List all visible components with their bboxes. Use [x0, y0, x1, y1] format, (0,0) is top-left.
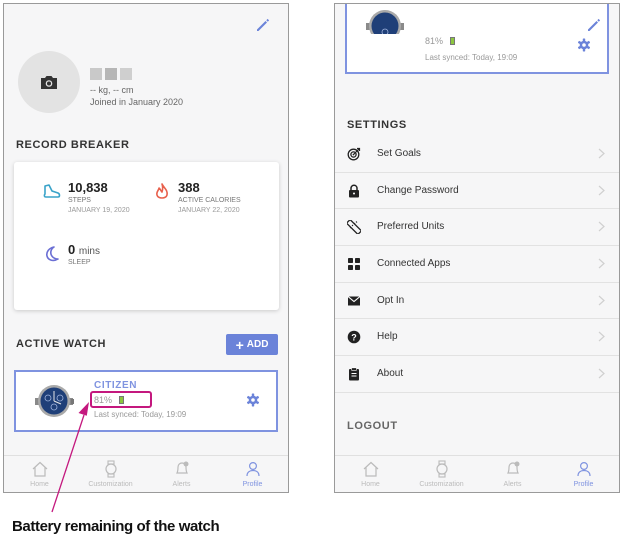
person-icon: [245, 461, 260, 477]
person-icon: [576, 461, 591, 477]
ruler-icon: [347, 220, 361, 235]
tab-customization[interactable]: Customization: [406, 456, 477, 492]
bell-icon: [506, 461, 519, 474]
setting-label: Set Goals: [377, 148, 421, 159]
calories-label: ACTIVE CALORIES: [178, 197, 241, 204]
user-stats: -- kg, -- cm: [90, 85, 134, 95]
tab-alerts[interactable]: Alerts: [477, 456, 548, 492]
tab-profile[interactable]: Profile: [548, 456, 619, 492]
chevron-right-icon: [598, 295, 605, 306]
sleep-label: SLEEP: [68, 259, 91, 266]
sleep-value: 0 mins: [68, 242, 100, 257]
chevron-right-icon: [598, 221, 605, 232]
plus-icon: +: [235, 336, 244, 353]
logout-button[interactable]: LOGOUT: [347, 420, 398, 432]
battery-icon: [119, 396, 124, 404]
tab-home[interactable]: Home: [4, 456, 75, 492]
watch-last-synced: Last synced: Today, 19:09: [425, 53, 518, 62]
chevron-right-icon: [598, 185, 605, 196]
setting-label: Opt In: [377, 294, 405, 306]
tab-label: Home: [30, 481, 49, 488]
add-watch-button[interactable]: + ADD: [226, 334, 278, 355]
flame-icon: [156, 183, 168, 199]
help-icon: ?: [347, 331, 361, 344]
setting-preferred-units[interactable]: Preferred Units: [335, 209, 619, 247]
target-icon: [347, 147, 361, 161]
chevron-right-icon: [598, 258, 605, 269]
calories-date: JANUARY 22, 2020: [178, 207, 240, 214]
tab-alerts[interactable]: Alerts: [146, 456, 217, 492]
setting-opt-in[interactable]: Opt In: [335, 283, 619, 320]
settings-title: SETTINGS: [347, 119, 407, 131]
home-icon: [32, 461, 47, 477]
chevron-right-icon: [598, 368, 605, 379]
tab-label: Customization: [419, 481, 464, 488]
moon-icon: [46, 246, 59, 262]
setting-connected-apps[interactable]: Connected Apps: [335, 246, 619, 283]
battery-icon: [450, 37, 455, 45]
setting-label: Preferred Units: [377, 221, 445, 233]
tab-label: Alerts: [172, 481, 191, 488]
watch-icon: [104, 460, 117, 478]
edit-pencil-icon[interactable]: [585, 16, 603, 34]
svg-text:?: ?: [351, 333, 357, 343]
active-watch-title: ACTIVE WATCH: [16, 338, 107, 350]
setting-label: Help: [377, 331, 398, 343]
tab-label: Profile: [242, 481, 263, 488]
sleep-unit: mins: [78, 246, 100, 257]
record-breaker-card: 10,838 STEPS JANUARY 19, 2020 388 ACTIVE…: [14, 162, 279, 310]
add-button-label: ADD: [246, 339, 269, 350]
settings-list: Set Goals Change Password Preferred Unit…: [335, 136, 619, 393]
tab-label: Alerts: [503, 481, 522, 488]
tab-home[interactable]: Home: [335, 456, 406, 492]
steps-value: 10,838: [68, 180, 108, 195]
mail-icon: [347, 295, 361, 306]
active-watch-card[interactable]: CITIZEN 81% Last synced: Today, 19:09: [14, 370, 278, 432]
chevron-right-icon: [598, 148, 605, 159]
chevron-right-icon: [598, 331, 605, 342]
profile-screen: -- kg, -- cm Joined in January 2020 RECO…: [3, 3, 289, 493]
setting-label: Connected Apps: [377, 258, 451, 270]
calories-value: 388: [178, 180, 200, 195]
tab-label: Profile: [573, 481, 594, 488]
watch-icon: [435, 460, 448, 478]
watch-brand: CITIZEN: [94, 380, 138, 391]
watch-last-synced: Last synced: Today, 19:09: [94, 410, 187, 419]
avatar-photo-button[interactable]: [18, 51, 80, 113]
tab-label: Home: [361, 481, 380, 488]
user-joined-date: Joined in January 2020: [90, 97, 184, 107]
battery-percent: 81%: [94, 395, 113, 405]
user-name-blurred: [90, 68, 132, 80]
tab-label: Customization: [88, 481, 133, 488]
shoe-icon: [43, 184, 61, 198]
settings-screen: 81% Last synced: Today, 19:09 SETTINGS S…: [334, 3, 620, 493]
tab-customization[interactable]: Customization: [75, 456, 146, 492]
bottom-tab-bar: Home Customization Alerts Profile: [4, 455, 288, 492]
grid-icon: [348, 258, 360, 271]
record-breaker-title: RECORD BREAKER: [16, 139, 130, 151]
setting-label: About: [377, 368, 404, 380]
home-icon: [363, 461, 378, 477]
gear-icon[interactable]: [577, 38, 591, 52]
setting-change-password[interactable]: Change Password: [335, 173, 619, 210]
bell-icon: [175, 461, 188, 474]
watch-image: [35, 385, 74, 417]
setting-about[interactable]: About: [335, 356, 619, 393]
tab-profile[interactable]: Profile: [217, 456, 288, 492]
bottom-tab-bar: Home Customization Alerts Profile: [335, 455, 619, 492]
setting-label: Change Password: [377, 184, 459, 196]
clipboard-icon: [349, 367, 359, 381]
camera-icon: [41, 76, 57, 89]
watch-image: [366, 10, 404, 34]
steps-date: JANUARY 19, 2020: [68, 207, 130, 214]
lock-icon: [349, 184, 359, 198]
setting-help[interactable]: ? Help: [335, 319, 619, 357]
battery-percent: 81%: [425, 36, 444, 46]
annotation-label: Battery remaining of the watch: [12, 518, 220, 535]
setting-set-goals[interactable]: Set Goals: [335, 136, 619, 173]
steps-label: STEPS: [68, 197, 91, 204]
edit-pencil-icon[interactable]: [254, 16, 272, 34]
active-watch-card[interactable]: 81% Last synced: Today, 19:09: [345, 4, 609, 74]
gear-icon[interactable]: [246, 393, 260, 407]
